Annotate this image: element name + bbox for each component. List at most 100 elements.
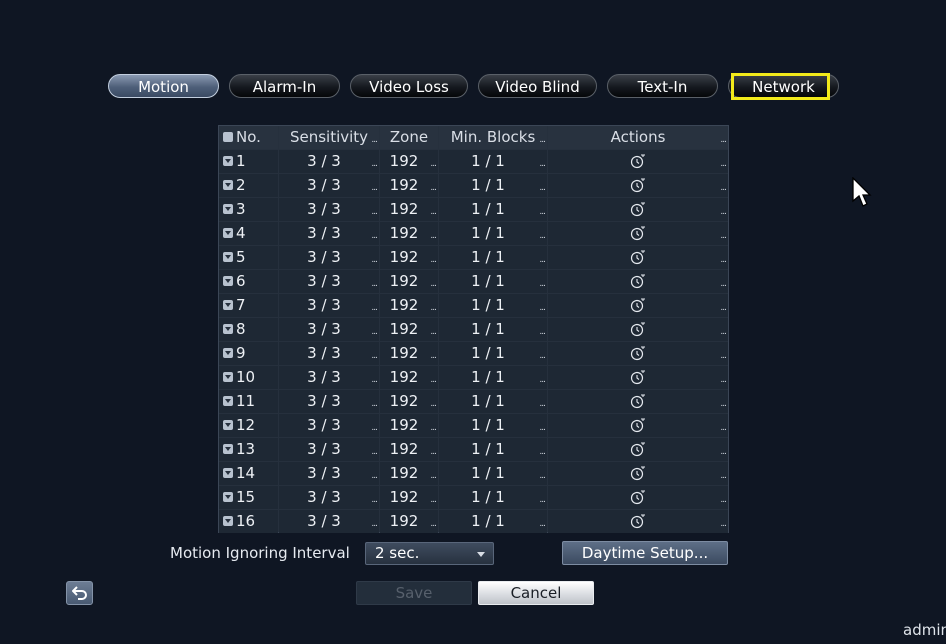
timer-icon[interactable] xyxy=(630,370,646,385)
more-icon[interactable]: ... xyxy=(430,352,437,361)
more-icon[interactable]: ... xyxy=(371,400,378,409)
row-checkbox[interactable] xyxy=(223,468,233,478)
more-icon[interactable]: ... xyxy=(371,328,378,337)
cell-no[interactable]: 2 xyxy=(219,174,278,197)
more-icon[interactable]: ... xyxy=(371,208,378,217)
cell-actions[interactable]: ... xyxy=(548,510,728,533)
cell-sensitivity[interactable]: 3 / 3... xyxy=(279,462,379,485)
cell-zone[interactable]: 192... xyxy=(380,510,438,533)
table-row[interactable]: 53 / 3... 192... 1 / 1...... xyxy=(219,246,728,269)
more-icon[interactable]: ... xyxy=(430,184,437,193)
table-row[interactable]: 15 3 / 3... 192... 1 / 1...... xyxy=(219,486,728,509)
motion-ignoring-interval-select[interactable]: 2 sec. xyxy=(365,542,494,565)
tab-text-in[interactable]: Text-In xyxy=(607,74,718,98)
cell-no[interactable]: 11 xyxy=(219,390,278,413)
row-checkbox[interactable] xyxy=(223,276,233,286)
more-icon[interactable]: ... xyxy=(430,400,437,409)
more-icon[interactable]: ... xyxy=(720,376,727,385)
cell-sensitivity[interactable]: 3 / 3... xyxy=(279,342,379,365)
timer-icon[interactable] xyxy=(630,274,646,289)
cell-no[interactable]: 16 xyxy=(219,510,278,533)
timer-icon[interactable] xyxy=(630,202,646,217)
cell-sensitivity[interactable]: 3 / 3... xyxy=(279,366,379,389)
table-row[interactable]: 13 / 3... 192... 1 / 1...... xyxy=(219,150,728,173)
more-icon[interactable]: ... xyxy=(720,400,727,409)
timer-icon[interactable] xyxy=(630,250,646,265)
cell-actions[interactable]: ... xyxy=(548,366,728,389)
cell-min-blocks[interactable]: 1 / 1... xyxy=(439,222,547,245)
tab-video-blind[interactable]: Video Blind xyxy=(478,74,597,98)
row-checkbox[interactable] xyxy=(223,228,233,238)
more-icon[interactable]: ... xyxy=(539,304,546,313)
more-icon[interactable]: ... xyxy=(720,496,727,505)
row-checkbox[interactable] xyxy=(223,204,233,214)
more-icon[interactable]: ... xyxy=(539,160,546,169)
more-icon[interactable]: ... xyxy=(371,160,378,169)
table-row[interactable]: 63 / 3... 192... 1 / 1...... xyxy=(219,270,728,293)
save-button[interactable]: Save xyxy=(356,581,472,605)
more-icon[interactable]: ... xyxy=(371,424,378,433)
more-icon[interactable]: ... xyxy=(720,160,727,169)
header-min-blocks[interactable]: Min. Blocks ... xyxy=(439,126,547,149)
row-checkbox[interactable] xyxy=(223,348,233,358)
timer-icon[interactable] xyxy=(630,490,646,505)
more-icon[interactable]: ... xyxy=(539,328,546,337)
cell-zone[interactable]: 192... xyxy=(380,174,438,197)
row-checkbox[interactable] xyxy=(223,372,233,382)
timer-icon[interactable] xyxy=(630,466,646,481)
more-icon[interactable]: ... xyxy=(539,400,546,409)
more-icon[interactable]: ... xyxy=(539,424,546,433)
more-icon[interactable]: ... xyxy=(720,208,727,217)
more-icon[interactable]: ... xyxy=(539,496,546,505)
more-icon[interactable]: ... xyxy=(371,232,378,241)
cell-no[interactable]: 1 xyxy=(219,150,278,173)
row-checkbox[interactable] xyxy=(223,180,233,190)
cell-no[interactable]: 6 xyxy=(219,270,278,293)
more-icon[interactable]: ... xyxy=(430,304,437,313)
row-checkbox[interactable] xyxy=(223,156,233,166)
cell-zone[interactable]: 192... xyxy=(380,246,438,269)
more-icon[interactable]: ... xyxy=(430,520,437,529)
cell-actions[interactable]: ... xyxy=(548,294,728,317)
tab-motion[interactable]: Motion xyxy=(108,74,219,98)
daytime-setup-button[interactable]: Daytime Setup... xyxy=(562,541,728,565)
cell-zone[interactable]: 192... xyxy=(380,486,438,509)
more-icon[interactable]: ... xyxy=(720,232,727,241)
cancel-button[interactable]: Cancel xyxy=(478,581,594,605)
header-actions[interactable]: Actions ... xyxy=(548,126,728,149)
header-zone[interactable]: Zone xyxy=(380,126,438,149)
more-icon[interactable]: ... xyxy=(539,208,546,217)
cell-min-blocks[interactable]: 1 / 1... xyxy=(439,198,547,221)
more-icon[interactable]: ... xyxy=(430,256,437,265)
cell-zone[interactable]: 192... xyxy=(380,414,438,437)
cell-sensitivity[interactable]: 3 / 3... xyxy=(279,246,379,269)
cell-actions[interactable]: ... xyxy=(548,150,728,173)
cell-no[interactable]: 10 xyxy=(219,366,278,389)
cell-actions[interactable]: ... xyxy=(548,270,728,293)
table-row[interactable]: 33 / 3... 192... 1 / 1...... xyxy=(219,198,728,221)
tab-network[interactable]: Network xyxy=(728,73,839,100)
cell-zone[interactable]: 192... xyxy=(380,438,438,461)
more-icon[interactable]: ... xyxy=(371,352,378,361)
more-icon[interactable]: ... xyxy=(371,520,378,529)
more-icon[interactable]: ... xyxy=(430,376,437,385)
cell-min-blocks[interactable]: 1 / 1... xyxy=(439,438,547,461)
row-checkbox[interactable] xyxy=(223,300,233,310)
table-row[interactable]: 16 3 / 3... 192... 1 / 1...... xyxy=(219,510,728,533)
row-checkbox[interactable] xyxy=(223,444,233,454)
timer-icon[interactable] xyxy=(630,514,646,529)
cell-actions[interactable]: ... xyxy=(548,438,728,461)
cell-zone[interactable]: 192... xyxy=(380,294,438,317)
more-icon[interactable]: ... xyxy=(371,376,378,385)
cell-min-blocks[interactable]: 1 / 1... xyxy=(439,510,547,533)
table-row[interactable]: 12 3 / 3... 192... 1 / 1...... xyxy=(219,414,728,437)
table-row[interactable]: 13 3 / 3... 192... 1 / 1...... xyxy=(219,438,728,461)
more-icon[interactable]: ... xyxy=(720,352,727,361)
cell-sensitivity[interactable]: 3 / 3... xyxy=(279,318,379,341)
table-row[interactable]: 83 / 3... 192... 1 / 1...... xyxy=(219,318,728,341)
row-checkbox[interactable] xyxy=(223,516,233,526)
timer-icon[interactable] xyxy=(630,394,646,409)
row-checkbox[interactable] xyxy=(223,252,233,262)
more-icon[interactable]: ... xyxy=(371,280,378,289)
cell-sensitivity[interactable]: 3 / 3... xyxy=(279,174,379,197)
